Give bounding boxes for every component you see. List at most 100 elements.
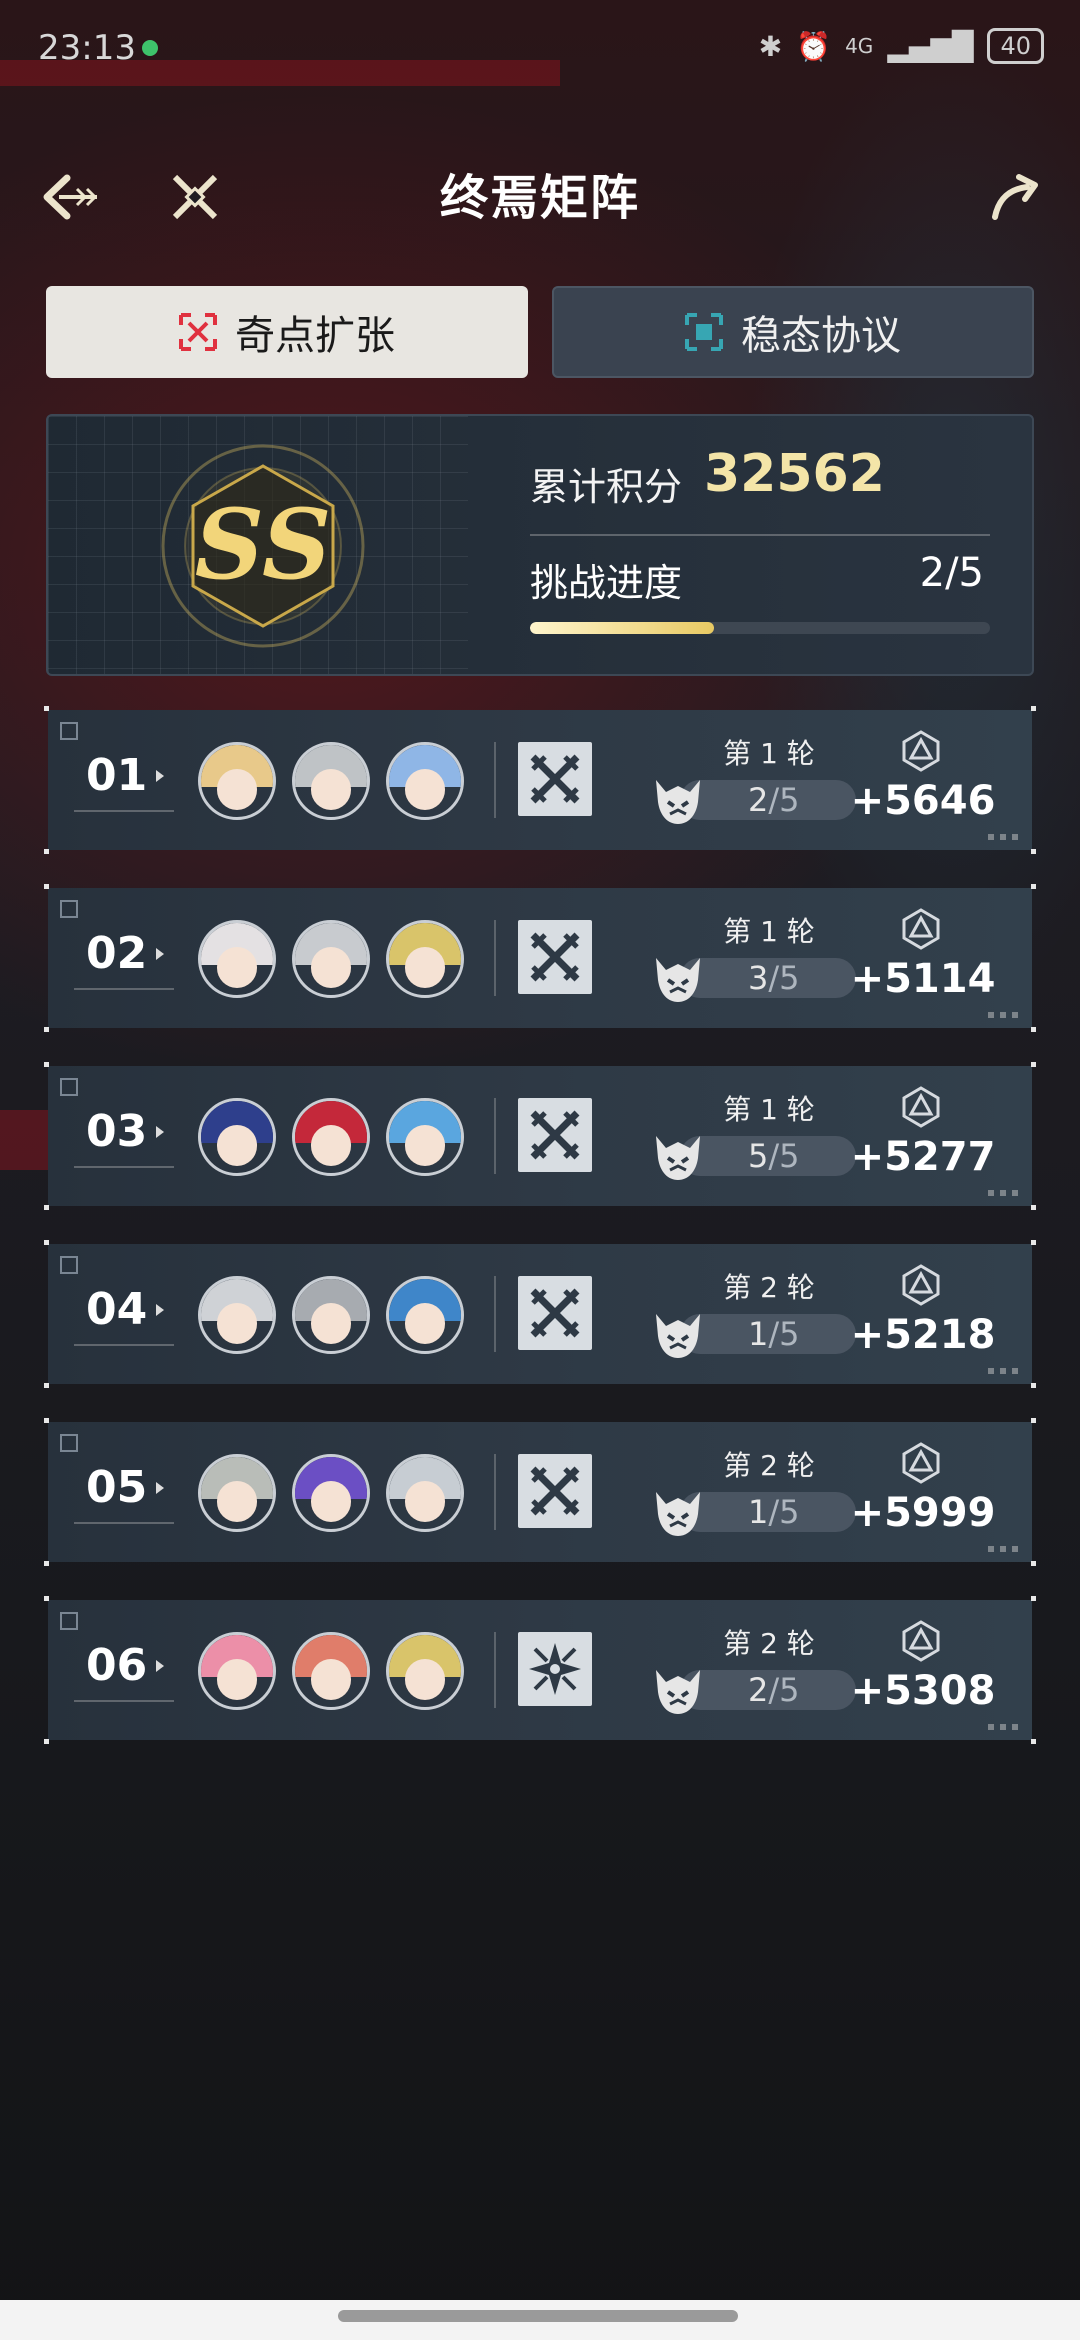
character-avatar[interactable] (386, 1098, 464, 1176)
status-bar: 23:13 ✱ ⏰ 4G ▂▄▆█ 40 (0, 0, 1080, 96)
character-avatar[interactable] (198, 1454, 276, 1532)
summary-panel: SS 累计积分 32562 挑战进度 2/5 (46, 414, 1034, 676)
row-separator (494, 1098, 496, 1174)
avatar-face (310, 1659, 352, 1700)
reward-emblem-icon (902, 908, 940, 950)
character-avatar[interactable] (386, 742, 464, 820)
reward-value: +5308 (850, 1668, 996, 1714)
row-checkbox-icon (60, 1078, 78, 1096)
character-avatar[interactable] (198, 1276, 276, 1354)
challenge-row[interactable]: 04 第 2 轮 1/5 +5218 (44, 1240, 1036, 1388)
corner-marker (1031, 1240, 1036, 1245)
row-number-underline (74, 1166, 174, 1168)
character-avatar[interactable] (386, 1276, 464, 1354)
crossed-swords-icon (518, 920, 592, 994)
row-dots-decoration (988, 1012, 1018, 1018)
challenge-row[interactable]: 01 第 1 轮 2/5 +5646 (44, 706, 1036, 854)
reward-emblem-icon (902, 1264, 940, 1306)
character-avatar[interactable] (386, 1454, 464, 1532)
challenge-row[interactable]: 05 第 2 轮 1/5 +5999 (44, 1418, 1036, 1566)
challenge-row[interactable]: 03 第 1 轮 5/5 +5277 (44, 1062, 1036, 1210)
corner-marker (1031, 1383, 1036, 1388)
character-avatar[interactable] (198, 1632, 276, 1710)
reward-value: +5646 (850, 778, 996, 824)
crossed-swords-icon (518, 1098, 592, 1172)
corner-marker (1031, 1561, 1036, 1566)
network-label: 4G (845, 34, 874, 58)
row-number: 02 (86, 928, 148, 979)
challenge-row[interactable]: 02 第 1 轮 3/5 +5114 (44, 884, 1036, 1032)
character-avatar[interactable] (386, 1632, 464, 1710)
avatar-face (404, 1481, 446, 1522)
row-dots-decoration (988, 1546, 1018, 1552)
character-avatar[interactable] (198, 920, 276, 998)
round-label: 第 1 轮 (723, 737, 815, 770)
share-button[interactable] (980, 162, 1050, 232)
tab-label: 稳态协议 (741, 313, 901, 359)
demon-mask-icon (656, 958, 700, 1002)
summary-divider (530, 534, 990, 536)
row-expand-arrow-icon (156, 1126, 164, 1138)
character-avatar[interactable] (292, 1632, 370, 1710)
corner-marker (44, 706, 49, 711)
corner-marker (1031, 706, 1036, 711)
navigation-bar (0, 2300, 1080, 2340)
attempt-current: 1 (748, 1315, 769, 1353)
challenge-row[interactable]: 06 第 2 轮 2/5 +5308 (44, 1596, 1036, 1744)
row-separator (494, 920, 496, 996)
avatar-face (404, 947, 446, 988)
row-expand-arrow-icon (156, 948, 164, 960)
character-avatar[interactable] (292, 1454, 370, 1532)
tab-label: 奇点扩张 (235, 313, 395, 359)
corner-marker (1031, 1027, 1036, 1032)
alarm-icon: ⏰ (796, 29, 832, 63)
tab-steady-state-protocol[interactable]: 稳态协议 (552, 286, 1034, 378)
corner-marker (44, 1561, 49, 1566)
character-avatar[interactable] (292, 1098, 370, 1176)
demon-mask-icon (656, 1492, 700, 1536)
row-dots-decoration (988, 1724, 1018, 1730)
corner-marker (44, 884, 49, 889)
corner-marker (1031, 1596, 1036, 1601)
row-separator (494, 1276, 496, 1352)
attempt-count: 5/5 (748, 1136, 800, 1176)
row-separator (494, 1632, 496, 1708)
attempt-current: 5 (748, 1137, 769, 1175)
corner-marker (44, 1383, 49, 1388)
attempt-total: /5 (768, 1671, 800, 1709)
signal-icon: ▂▄▆█ (887, 29, 974, 63)
character-avatar[interactable] (292, 742, 370, 820)
bluetooth-icon: ✱ (758, 29, 783, 63)
share-arrow-icon (992, 174, 1038, 220)
battery-icon: 40 (987, 28, 1044, 64)
corner-marker (44, 1596, 49, 1601)
status-icons: ✱ ⏰ 4G ▂▄▆█ 40 (759, 28, 1044, 64)
attempt-total: /5 (768, 959, 800, 997)
demon-mask-icon (656, 780, 700, 824)
character-avatar[interactable] (386, 920, 464, 998)
reward-emblem-icon (902, 730, 940, 772)
character-avatar[interactable] (292, 1276, 370, 1354)
avatar-face (310, 1303, 352, 1344)
row-checkbox-icon (60, 1256, 78, 1274)
character-avatar[interactable] (198, 1098, 276, 1176)
row-number: 01 (86, 750, 148, 801)
avatar-face (216, 947, 258, 988)
avatar-face (216, 769, 258, 810)
attempt-count: 2/5 (748, 1670, 800, 1710)
corner-marker (1031, 884, 1036, 889)
row-number-underline (74, 810, 174, 812)
home-indicator[interactable] (338, 2310, 738, 2322)
tab-singularity-expansion[interactable]: 奇点扩张 (46, 286, 528, 378)
character-avatar[interactable] (198, 742, 276, 820)
round-label: 第 2 轮 (723, 1449, 815, 1482)
character-avatar[interactable] (292, 920, 370, 998)
progress-bar-fill (530, 622, 714, 634)
round-label: 第 2 轮 (723, 1627, 815, 1660)
attempt-total: /5 (768, 1493, 800, 1531)
corner-marker (1031, 1418, 1036, 1423)
steady-state-icon (685, 313, 723, 351)
row-number-underline (74, 988, 174, 990)
page-title: 终焉矩阵 (439, 170, 640, 226)
row-checkbox-icon (60, 1434, 78, 1452)
